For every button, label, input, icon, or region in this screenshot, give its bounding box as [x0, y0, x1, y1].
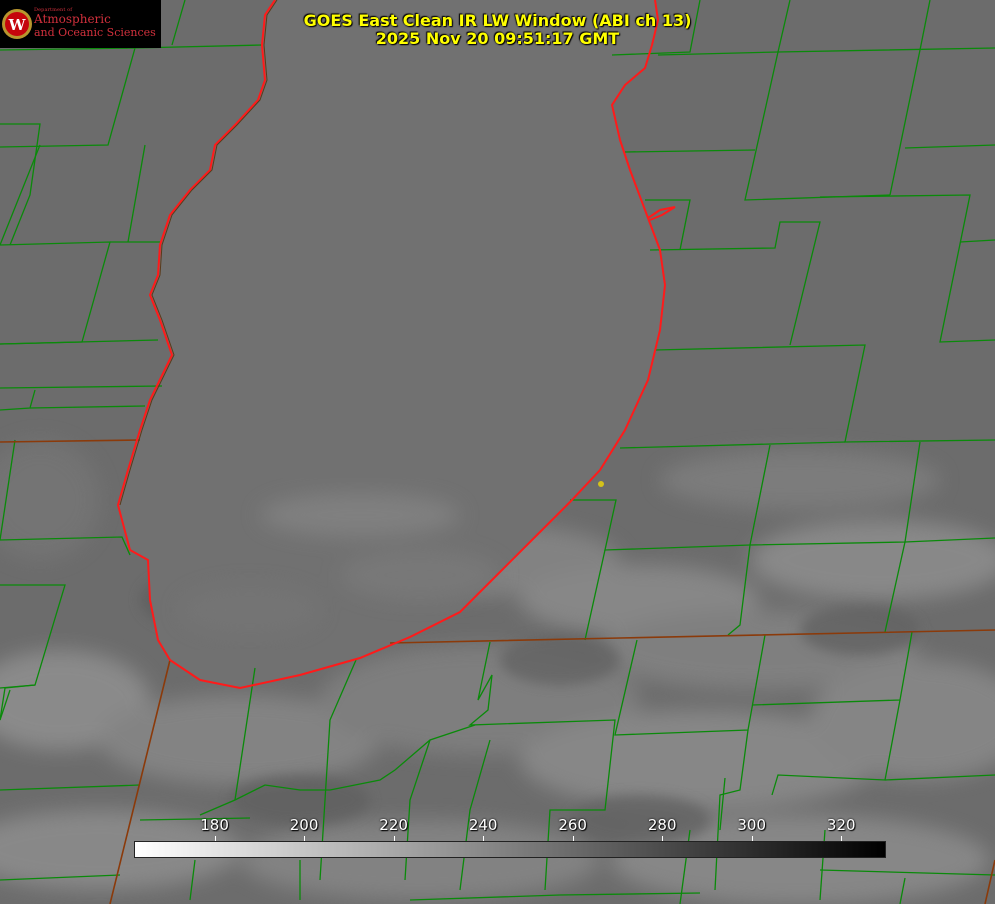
colorbar-tick-mark: [572, 836, 574, 841]
satellite-map-view: W Department of Atmospheric and Oceanic …: [0, 0, 995, 904]
colorbar-tick-mark: [841, 836, 843, 841]
colorbar-tick-mark: [483, 836, 485, 841]
colorbar-tick-mark: [662, 836, 664, 841]
colorbar-tick-mark: [214, 836, 216, 841]
temperature-colorbar: [134, 841, 886, 858]
colorbar-tick-label: 320: [826, 816, 856, 834]
colorbar-tick-label: 260: [558, 816, 587, 834]
location-marker: [598, 481, 604, 487]
colorbar-tick-label: 280: [647, 816, 677, 834]
colorbar-tick-label: 240: [468, 816, 498, 834]
colorbar-tick-mark: [393, 836, 395, 841]
satellite-map: [0, 0, 995, 904]
colorbar-tick-label: 200: [289, 816, 319, 834]
image-timestamp: 2025 Nov 20 09:51:17 GMT: [375, 29, 620, 48]
colorbar-tick-label: 300: [737, 816, 767, 834]
colorbar-tick-label: 220: [379, 816, 408, 834]
colorbar-tick-mark: [304, 836, 306, 841]
colorbar-tick-mark: [751, 836, 753, 841]
image-title: GOES East Clean IR LW Window (ABI ch 13): [303, 11, 692, 30]
colorbar-tick-label: 180: [200, 816, 229, 834]
